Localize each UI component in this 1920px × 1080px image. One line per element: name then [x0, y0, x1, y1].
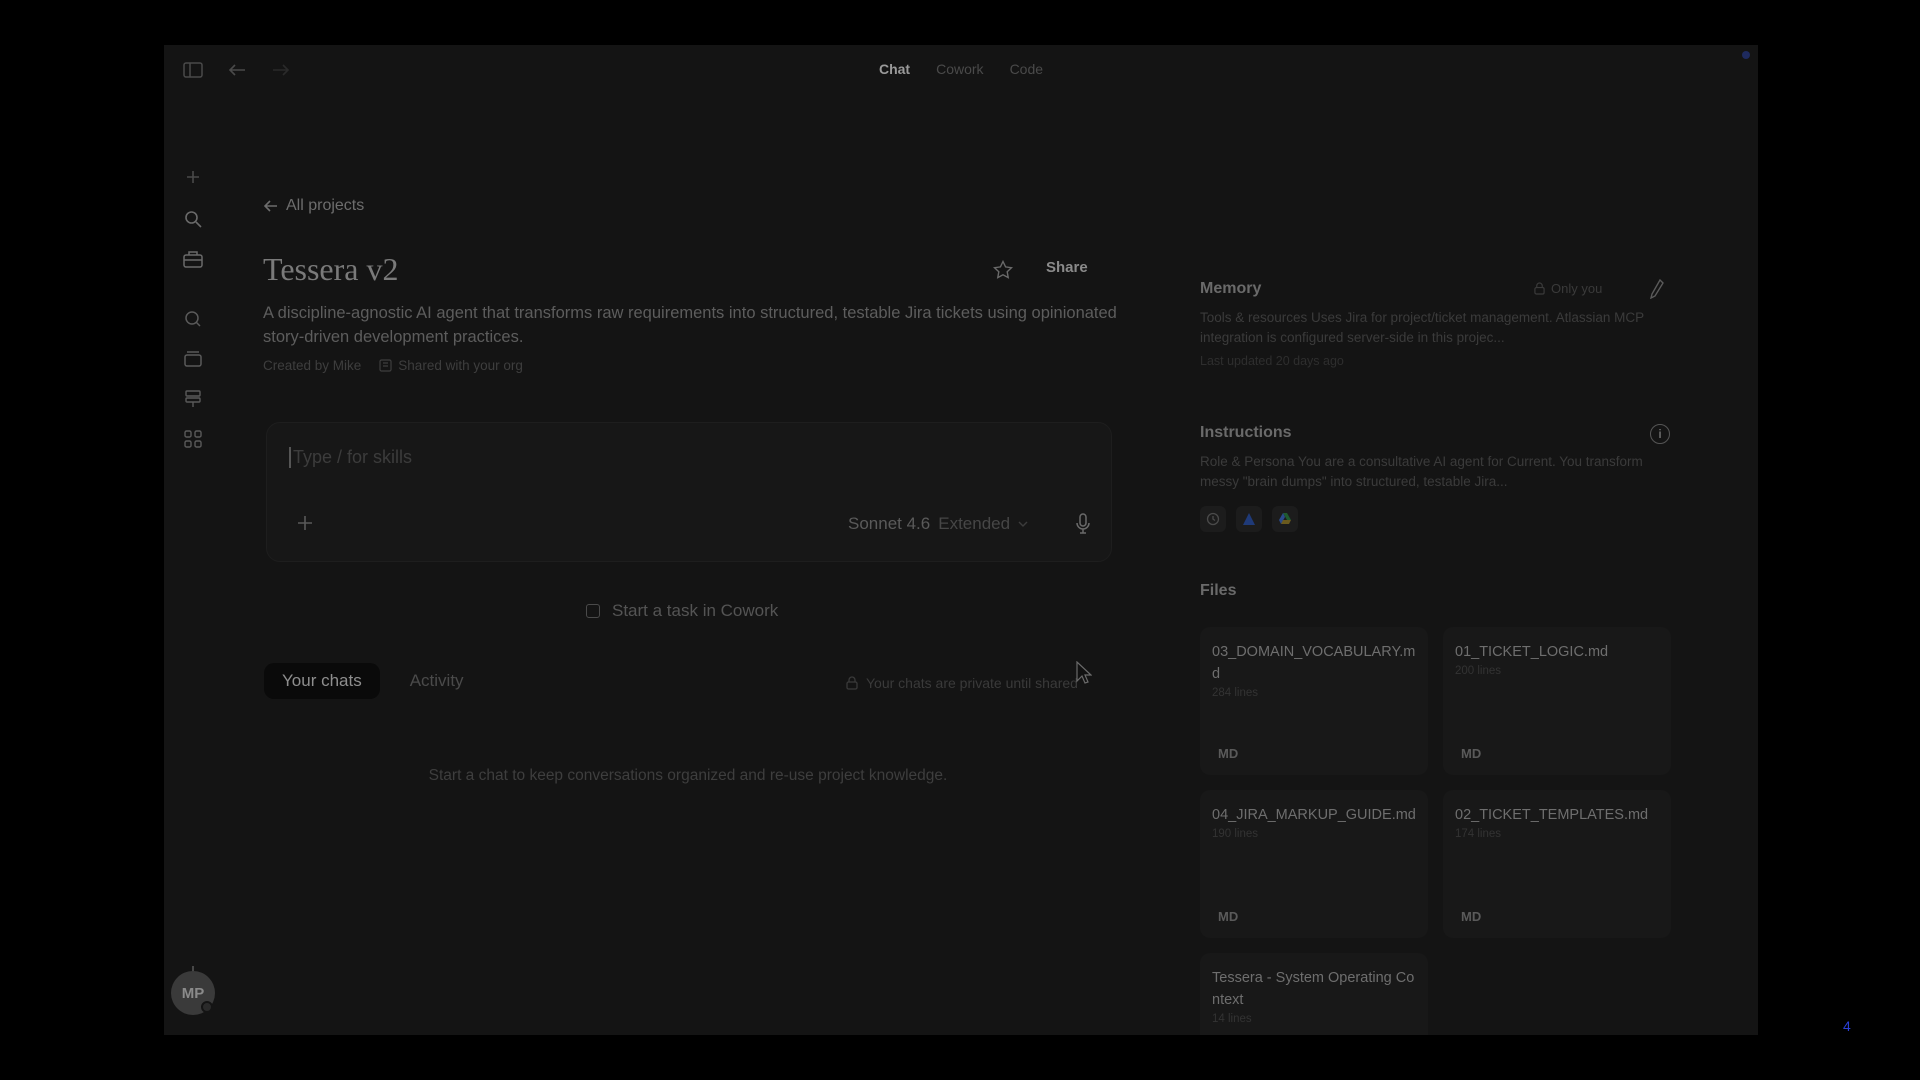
star-icon: [993, 260, 1013, 279]
artifacts-icon[interactable]: [181, 347, 205, 371]
avatar-status-dot: [201, 1001, 213, 1013]
privacy-note: Your chats are private until shared: [846, 675, 1078, 691]
file-card[interactable]: 03_DOMAIN_VOCABULARY.md 284 lines MD: [1200, 627, 1428, 775]
file-type-badge: MD: [1218, 746, 1239, 761]
connector-icons: [1200, 506, 1298, 532]
pencil-icon: [1649, 278, 1664, 300]
privacy-note-text: Your chats are private until shared: [866, 675, 1078, 691]
file-card[interactable]: 02_TICKET_TEMPLATES.md 174 lines MD: [1443, 790, 1671, 938]
file-lines: 174 lines: [1455, 828, 1502, 840]
info-icon[interactable]: i: [1650, 424, 1670, 444]
status-dot: [1742, 51, 1750, 59]
file-lines: 200 lines: [1455, 665, 1502, 677]
chevron-down-icon: [1018, 521, 1028, 527]
memory-title: Memory: [1200, 280, 1262, 297]
file-type-badge: MD: [1218, 909, 1239, 924]
tab-activity[interactable]: Activity: [392, 663, 482, 699]
mouse-cursor-icon: [1076, 661, 1092, 684]
file-card[interactable]: Tessera - System Operating Context 14 li…: [1200, 953, 1428, 1035]
microphone-button[interactable]: [1071, 511, 1095, 537]
project-meta: Created by Mike Shared with your org: [263, 358, 523, 373]
slide-number: 4: [1843, 1018, 1851, 1034]
project-description: A discipline-agnostic AI agent that tran…: [263, 304, 1117, 346]
tab-cowork[interactable]: Cowork: [926, 57, 993, 81]
file-card[interactable]: 01_TICKET_LOGIC.md 200 lines MD: [1443, 627, 1671, 775]
shared-status: Shared with your org: [379, 358, 523, 373]
memory-visibility: Only you: [1534, 281, 1602, 296]
avatar[interactable]: MP: [171, 971, 215, 1015]
clock-icon[interactable]: [1200, 506, 1226, 532]
titlebar-controls: [182, 59, 292, 81]
cowork-task-label: Start a task in Cowork: [612, 601, 779, 620]
atlassian-icon[interactable]: [1236, 506, 1262, 532]
org-icon: [379, 359, 392, 372]
start-cowork-task-button[interactable]: Start a task in Cowork: [586, 601, 778, 621]
memory-updated: Last updated 20 days ago: [1200, 354, 1344, 368]
add-attachment-button[interactable]: [293, 511, 317, 535]
page-title: Tessera v2: [263, 251, 399, 287]
forward-arrow-icon[interactable]: [270, 59, 292, 81]
model-mode: Extended: [938, 514, 1011, 533]
chat-composer: Type / for skills Sonnet 4.6 Extended: [266, 422, 1112, 562]
lock-icon: [1534, 282, 1545, 295]
file-name: 04_JIRA_MARKUP_GUIDE.md: [1212, 807, 1416, 823]
sidebar-toggle-icon[interactable]: [182, 59, 204, 81]
chats-icon[interactable]: [181, 307, 205, 331]
avatar-initials: MP: [181, 984, 205, 1002]
file-lines: 190 lines: [1212, 828, 1259, 840]
memory-summary[interactable]: Tools & resources Uses Jira for project/…: [1200, 308, 1670, 348]
edit-memory-button[interactable]: [1649, 278, 1668, 300]
tab-code[interactable]: Code: [1000, 57, 1053, 81]
microphone-icon: [1076, 513, 1090, 534]
code-icon[interactable]: [181, 387, 205, 411]
message-input[interactable]: Type / for skills: [289, 447, 412, 468]
instructions-title: Instructions: [1200, 424, 1292, 441]
app-window: Chat Cowork Code MP All projects Tessera…: [164, 45, 1758, 1035]
tab-chat[interactable]: Chat: [869, 57, 920, 81]
left-rail: MP: [164, 115, 222, 1035]
task-checkbox-icon: [586, 604, 600, 618]
file-lines: 284 lines: [1212, 687, 1259, 699]
model-selector[interactable]: Sonnet 4.6 Extended: [848, 514, 1028, 534]
projects-icon[interactable]: [181, 247, 205, 271]
instructions-summary[interactable]: Role & Persona You are a consultative AI…: [1200, 452, 1670, 492]
created-by: Created by Mike: [263, 358, 362, 373]
file-name: 01_TICKET_LOGIC.md: [1455, 644, 1609, 660]
share-button[interactable]: Share: [1040, 255, 1094, 280]
file-type-badge: MD: [1461, 746, 1482, 761]
mode-tabs: Chat Cowork Code: [869, 57, 1053, 81]
apps-grid-icon[interactable]: [181, 427, 205, 451]
star-button[interactable]: [990, 257, 1016, 283]
file-name: Tessera - System Operating Context: [1212, 970, 1415, 1008]
file-name: 02_TICKET_TEMPLATES.md: [1455, 807, 1649, 823]
plus-icon: [298, 516, 312, 530]
file-lines: 14 lines: [1212, 1013, 1252, 1025]
model-name: Sonnet 4.6: [848, 514, 931, 533]
chat-tabs: Your chats Activity: [264, 663, 482, 699]
all-projects-label: All projects: [286, 197, 365, 214]
lock-icon: [846, 676, 858, 690]
file-name: 03_DOMAIN_VOCABULARY.md: [1212, 644, 1416, 682]
back-arrow-icon[interactable]: [226, 59, 248, 81]
file-card[interactable]: 04_JIRA_MARKUP_GUIDE.md 190 lines MD: [1200, 790, 1428, 938]
new-chat-icon[interactable]: [181, 165, 205, 189]
tab-your-chats[interactable]: Your chats: [264, 663, 380, 699]
memory-visibility-label: Only you: [1551, 281, 1603, 296]
file-type-badge: MD: [1461, 909, 1482, 924]
empty-chats-note: Start a chat to keep conversations organ…: [428, 767, 948, 784]
google-drive-icon[interactable]: [1272, 506, 1298, 532]
back-arrow-icon: [264, 200, 277, 212]
shared-label: Shared with your org: [398, 358, 523, 373]
files-title: Files: [1200, 582, 1237, 599]
all-projects-link[interactable]: All projects: [264, 197, 364, 215]
search-icon[interactable]: [181, 207, 205, 231]
